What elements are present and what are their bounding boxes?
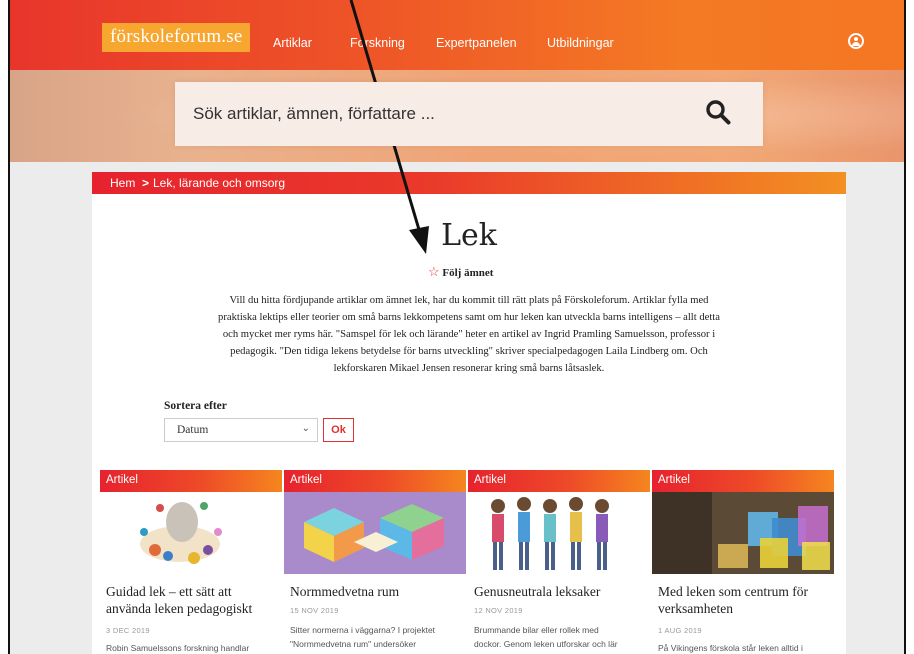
intro-line: lekforskaren Mikael Jensen resonerar kri… [333, 363, 605, 374]
breadcrumb-home[interactable]: Hem [110, 176, 135, 190]
search-input[interactable]: Sök artiklar, ämnen, författare ... [193, 104, 435, 124]
article-image[interactable] [284, 492, 466, 574]
card-date: 15 NOV 2019 [290, 606, 339, 615]
browser-viewport: förskoleforum.se Artiklar Forskning Expe… [8, 0, 906, 654]
article-card[interactable]: Artikel Normmedvetna rum 15 NOV 2019 Sit… [284, 470, 466, 654]
breadcrumb: Hem > Lek, lärande och omsorg [92, 172, 846, 194]
intro-line: och mycket mer ryms här. "Samspel för le… [222, 329, 716, 340]
intro-line: Vill du hitta fördjupande artiklar om äm… [229, 295, 709, 306]
card-date: 3 DEC 2019 [106, 626, 150, 635]
search-hero: Sök artiklar, ämnen, författare ... [10, 70, 904, 162]
intro-line: pedagogik. "Den tidiga lekens betydelse … [230, 346, 708, 357]
top-navigation-bar: förskoleforum.se Artiklar Forskning Expe… [10, 0, 904, 70]
intro-line: praktiska lektips eller teorier om små b… [218, 312, 720, 323]
card-type-label: Artikel [652, 470, 834, 492]
card-type-label: Artikel [100, 470, 282, 492]
card-title[interactable]: Med leken som centrum för verksamheten [658, 583, 830, 617]
card-excerpt: dockor. Genom leken utforskar och lär [474, 639, 618, 649]
card-title[interactable]: Genusneutrala leksaker [474, 583, 646, 600]
nav-item-artiklar[interactable]: Artiklar [273, 36, 312, 50]
card-excerpt: På Vikingens förskola står leken alltid … [658, 643, 803, 653]
article-image[interactable] [468, 492, 650, 574]
sort-label: Sortera efter [164, 400, 227, 412]
card-title[interactable]: Guidad lek – ett sätt att använda leken … [106, 583, 278, 617]
article-image[interactable] [100, 492, 282, 574]
topic-intro: Vill du hitta fördjupande artiklar om äm… [136, 292, 802, 377]
article-card[interactable]: Artikel Med leken som centrum för verksa… [652, 470, 834, 654]
nav-item-utbildningar[interactable]: Utbildningar [547, 36, 614, 50]
card-excerpt: Robin Samuelssons forskning handlar [106, 643, 250, 653]
star-outline-icon: ☆ [428, 264, 440, 279]
card-excerpt: Brummande bilar eller rollek med [474, 625, 599, 635]
article-card[interactable]: Artikel Guidad lek – ett sätt att använd… [100, 470, 282, 654]
page-title: Lek [441, 218, 497, 253]
nav-item-forskning[interactable]: Forskning [350, 36, 405, 50]
sort-ok-button[interactable]: Ok [323, 418, 354, 442]
article-image[interactable] [652, 492, 834, 574]
nav-item-expertpanelen[interactable]: Expertpanelen [436, 36, 517, 50]
main-content: Hem > Lek, lärande och omsorg Lek ☆ Följ… [92, 172, 846, 654]
chevron-down-icon: ⌄ [301, 423, 310, 434]
card-type-label: Artikel [284, 470, 466, 492]
card-date: 1 AUG 2019 [658, 626, 702, 635]
user-circle-icon[interactable] [848, 33, 864, 49]
card-excerpt: Sitter normerna i väggarna? I projektet [290, 625, 436, 635]
card-date: 12 NOV 2019 [474, 606, 523, 615]
card-title[interactable]: Normmedvetna rum [290, 583, 462, 600]
card-excerpt: "Normmedvetna rum" undersöker [290, 639, 417, 649]
site-logo[interactable]: förskoleforum.se [102, 23, 251, 52]
card-type-label: Artikel [468, 470, 650, 492]
sort-select[interactable]: Datum ⌄ [164, 418, 318, 442]
search-icon[interactable] [705, 99, 731, 125]
sort-select-value: Datum [177, 424, 209, 436]
follow-topic-button[interactable]: ☆ Följ ämnet [428, 264, 493, 280]
follow-topic-label: Följ ämnet [442, 267, 494, 279]
breadcrumb-separator-icon: > [142, 176, 150, 190]
search-bar[interactable]: Sök artiklar, ämnen, författare ... [175, 82, 763, 146]
article-card[interactable]: Artikel Genusneutrala leksaker 12 NOV 20… [468, 470, 650, 654]
breadcrumb-current[interactable]: Lek, lärande och omsorg [153, 176, 285, 190]
